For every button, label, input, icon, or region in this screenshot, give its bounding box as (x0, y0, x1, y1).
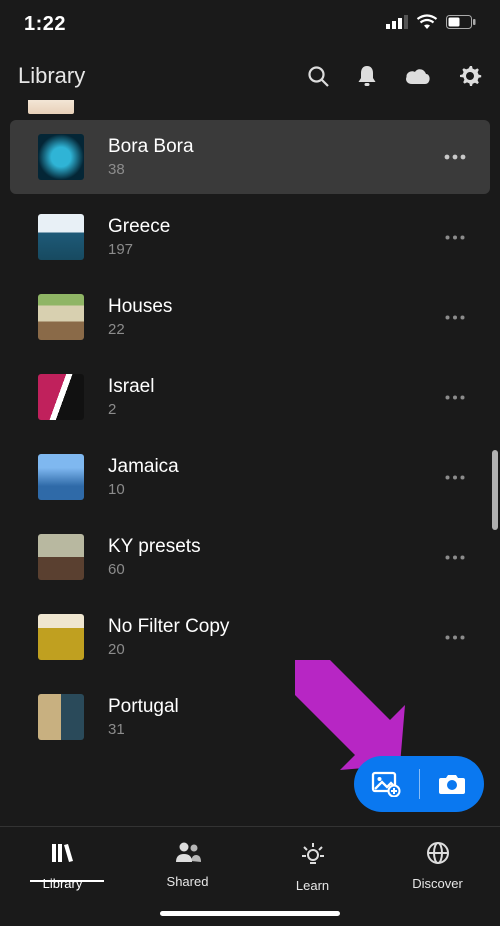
wifi-icon (416, 14, 438, 35)
list-item[interactable]: Houses 22 (10, 280, 490, 354)
album-count: 10 (108, 481, 440, 498)
album-title: Houses (108, 296, 440, 319)
album-title: Portugal (108, 696, 470, 719)
home-indicator[interactable] (160, 911, 340, 916)
album-count: 22 (108, 321, 440, 338)
lightbulb-icon (300, 841, 326, 872)
album-thumbnail (38, 534, 84, 580)
album-thumbnail (38, 374, 84, 420)
status-time: 1:22 (24, 13, 66, 36)
globe-icon (426, 841, 450, 870)
add-photo-button[interactable] (354, 771, 419, 797)
scrollbar[interactable] (492, 450, 498, 530)
album-title: Greece (108, 216, 440, 239)
active-tab-underline (30, 880, 104, 882)
notifications-icon[interactable] (356, 64, 378, 88)
list-item[interactable]: Jamaica 10 (10, 440, 490, 514)
album-thumbnail (38, 614, 84, 660)
more-icon[interactable] (440, 622, 470, 652)
list-item[interactable]: No Filter Copy 20 (10, 600, 490, 674)
cloud-icon[interactable] (404, 66, 432, 86)
album-title: KY presets (108, 536, 440, 559)
list-item[interactable]: Portugal 31 (10, 680, 490, 754)
more-icon[interactable] (440, 222, 470, 252)
tab-label: Discover (412, 876, 463, 891)
status-bar: 1:22 (0, 0, 500, 48)
more-icon[interactable] (440, 462, 470, 492)
album-count: 60 (108, 561, 440, 578)
album-count: 31 (108, 721, 470, 738)
more-icon[interactable] (440, 542, 470, 572)
tab-discover[interactable]: Discover (375, 827, 500, 926)
album-thumbnail (38, 694, 84, 740)
cellular-icon (386, 15, 408, 34)
header: Library (0, 48, 500, 104)
page-title: Library (18, 63, 85, 89)
tab-library[interactable]: Library (0, 827, 125, 926)
add-fab (354, 756, 484, 812)
album-thumbnail (28, 100, 74, 114)
tab-label: Shared (167, 874, 209, 889)
list-item[interactable]: Greece 197 (10, 200, 490, 274)
album-count: 197 (108, 241, 440, 258)
more-icon[interactable] (440, 382, 470, 412)
tab-label: Learn (296, 878, 329, 893)
album-title: Israel (108, 376, 440, 399)
album-title: No Filter Copy (108, 616, 440, 639)
album-count: 38 (108, 161, 440, 178)
search-icon[interactable] (306, 64, 330, 88)
album-thumbnail (38, 214, 84, 260)
album-thumbnail (38, 134, 84, 180)
list-item[interactable]: Israel 2 (10, 360, 490, 434)
album-title: Bora Bora (108, 136, 440, 159)
album-list[interactable]: Bora Bora 38 Greece 197 Houses 22 I (0, 100, 500, 826)
more-icon[interactable] (440, 302, 470, 332)
battery-icon (446, 15, 476, 34)
list-item[interactable]: KY presets 60 (10, 520, 490, 594)
album-count: 20 (108, 641, 440, 658)
more-icon[interactable] (440, 142, 470, 172)
camera-button[interactable] (420, 772, 485, 796)
album-thumbnail (38, 454, 84, 500)
album-count: 2 (108, 401, 440, 418)
album-title: Jamaica (108, 456, 440, 479)
tab-label: Library (43, 876, 83, 891)
album-thumbnail (38, 294, 84, 340)
status-indicators (386, 14, 476, 35)
list-item[interactable]: Bora Bora 38 (10, 120, 490, 194)
people-icon (174, 841, 202, 868)
settings-icon[interactable] (458, 64, 482, 88)
books-icon (50, 841, 76, 870)
list-item[interactable] (0, 100, 500, 114)
